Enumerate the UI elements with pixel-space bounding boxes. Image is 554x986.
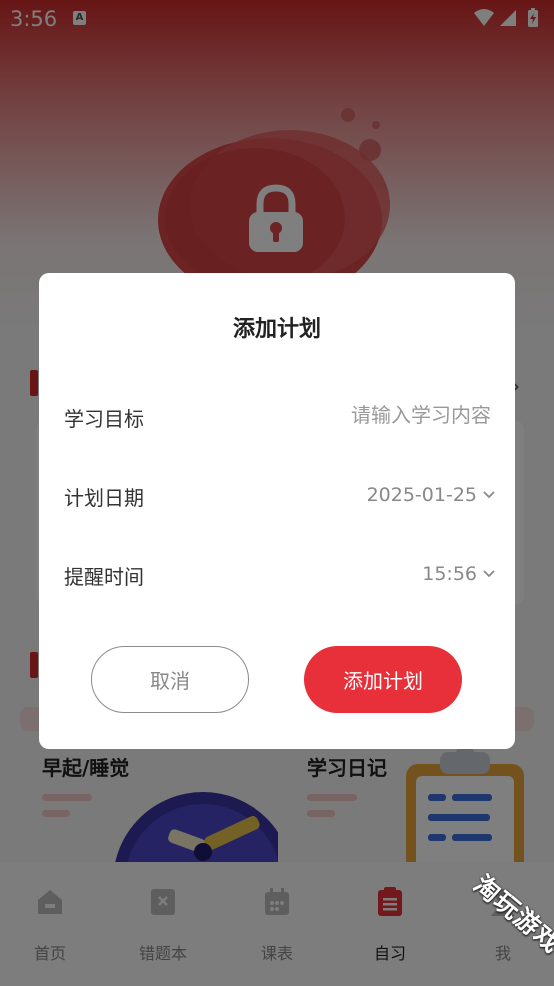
reminder-row: 提醒时间 15:56 <box>39 549 515 599</box>
goal-label: 学习目标 <box>64 407 144 431</box>
time-picker[interactable]: 15:56 <box>422 557 495 591</box>
date-value: 2025-01-25 <box>366 484 477 506</box>
date-label: 计划日期 <box>64 486 144 510</box>
reminder-label: 提醒时间 <box>64 565 144 589</box>
goal-row: 学习目标 <box>39 391 515 441</box>
cancel-button[interactable]: 取消 <box>91 646 249 713</box>
add-plan-button[interactable]: 添加计划 <box>304 646 462 713</box>
date-row: 计划日期 2025-01-25 <box>39 470 515 520</box>
add-plan-dialog: 添加计划 学习目标 计划日期 2025-01-25 提醒时间 15:56 取消 … <box>39 273 515 749</box>
chevron-down-icon <box>483 491 495 499</box>
chevron-down-icon <box>483 570 495 578</box>
time-value: 15:56 <box>422 563 477 585</box>
date-picker[interactable]: 2025-01-25 <box>367 478 495 512</box>
goal-input[interactable] <box>251 397 491 433</box>
dialog-title: 添加计划 <box>232 317 321 342</box>
